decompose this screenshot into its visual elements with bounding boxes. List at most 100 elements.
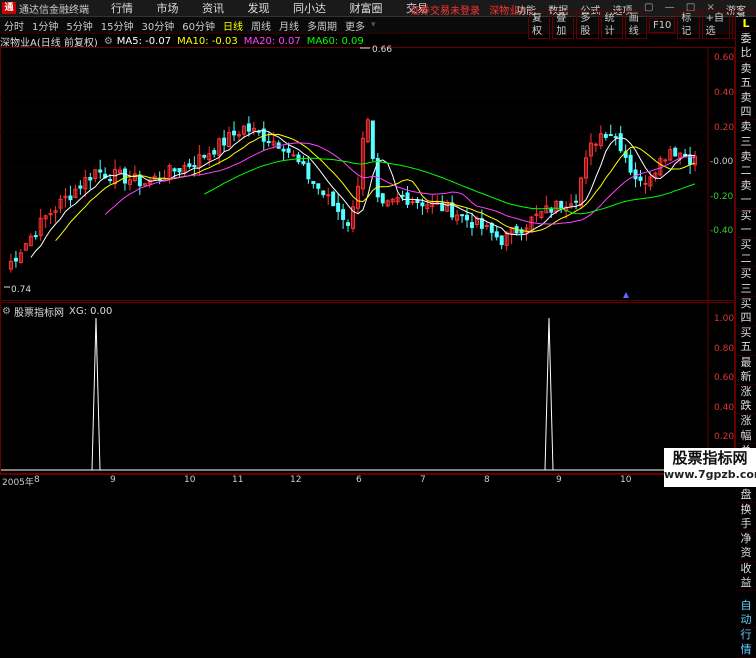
candle-body [187,163,192,167]
sidebar-item[interactable]: 卖五 [736,62,756,92]
sub-settings-gear-icon[interactable]: ⚙ [2,306,11,317]
sub-tick: 0.60 [714,373,735,383]
candle-body [78,185,83,189]
candle-body [286,148,291,153]
ma10-line [55,133,696,242]
candle-body [321,190,326,196]
candle-body [266,141,271,144]
sub-tick: 0.40 [714,403,735,413]
candle-body [326,194,331,197]
candle-body [306,162,311,180]
sidebar-item[interactable]: 卖一 [736,179,756,209]
date-tick: 6 [356,475,362,485]
sub-tick: 0.20 [714,432,735,442]
low-annotation: 0.74 [11,285,32,295]
candle-body [311,181,316,184]
candle-body [638,176,643,181]
sidebar-item[interactable]: 卖三 [736,120,756,150]
sidebar-item[interactable]: 买五 [736,326,756,356]
candle-body [469,222,474,229]
sidebar-item[interactable]: 买三 [736,267,756,297]
candle-body [608,134,613,137]
candle-body [122,168,127,184]
sidebar-item[interactable]: 净资 [736,532,756,562]
candle-body [246,123,251,132]
candle-body [316,183,321,189]
sidebar-l[interactable]: L [736,17,756,33]
candle-body [370,120,375,159]
watermark: 股票指标网 www.7gpzb.com [664,448,756,487]
high-annotation: 0.66 [372,45,393,55]
sidebar-item[interactable]: 最新 [736,356,756,386]
sub-chart-header: ⚙ 股票指标网 XG: 0.00 [0,304,112,319]
date-tick: 8 [34,475,40,485]
candle-body [618,133,623,152]
sidebar-item[interactable]: 换手 [736,503,756,533]
candle-body [202,154,207,158]
date-tick: 11 [232,475,244,485]
sidebar-item[interactable]: 买一 [736,209,756,239]
candle-body [633,169,638,180]
date-tick: 7 [420,475,426,485]
sidebar-item[interactable]: 买二 [736,238,756,268]
candle-body [137,174,142,187]
ma60-line [204,157,696,215]
sidebar-item[interactable]: 委比 [736,32,756,62]
sidebar-item[interactable]: 涨幅 [736,414,756,444]
candle-body [232,130,237,136]
candle-body [331,191,336,207]
date-tick: 2005年 [2,478,34,488]
sidebar-item[interactable]: 卖二 [736,150,756,180]
sidebar-quote[interactable]: 行情 [736,628,756,658]
kline-chart[interactable] [0,0,735,474]
candle-body [222,137,227,146]
candle-body [108,179,113,182]
date-axis: 2005年 8 9 10 11 12 6 7 8 9 10 11 [0,474,735,488]
sub-tick: 0.80 [714,344,735,354]
watermark-title: 股票指标网 [672,449,748,467]
candle-body [88,177,93,181]
candle-body [400,194,405,197]
candle-body [559,200,564,209]
candle-body [484,225,489,228]
price-tick: 0.40 [714,88,735,98]
candle-body [479,218,484,229]
candle-body [336,202,341,212]
sidebar-item[interactable]: 买四 [736,297,756,327]
candle-body [346,222,351,226]
candle-body [291,154,296,157]
watermark-url: www.7gpzb.com [664,468,756,481]
candle-body [593,143,598,146]
price-tick: -0.40 [710,226,734,236]
candle-body [177,168,182,173]
candle-body [192,165,197,168]
candle-body [281,148,286,152]
date-tick: 10 [620,475,632,485]
candle-body [673,147,678,157]
ma20-line [104,142,696,225]
candle-body [98,169,103,173]
candle-body [380,193,385,204]
candle-body [68,195,73,201]
sidebar-item[interactable]: 收益 [736,562,756,591]
price-tick: -0.00 [710,157,734,167]
sub-panel-frame [0,302,735,474]
sidebar-auto[interactable]: 自动 [736,599,756,629]
candle-body [405,192,410,205]
candle-body [574,200,579,203]
candle-body [162,178,167,181]
xg-signal-spike [91,317,101,471]
sidebar-item[interactable]: 卖四 [736,91,756,121]
candle-body [549,208,554,213]
candle-body [341,209,346,220]
sidebar-item[interactable]: 涨跌 [736,385,756,415]
candle-body [420,202,425,207]
date-tick: 12 [290,475,302,485]
xg-value: XG: 0.00 [68,306,113,317]
sub-indicator-name: 股票指标网 [13,308,64,319]
candle-body [172,168,177,172]
quote-sidebar: L 委比 卖五 卖四 卖三 卖二 卖一 买一 买二 买三 买四 买五 最新 涨跌… [735,17,756,658]
price-tick: 0.60 [714,53,735,63]
sub-tick: 1.00 [714,314,735,324]
candle-body [499,235,504,246]
